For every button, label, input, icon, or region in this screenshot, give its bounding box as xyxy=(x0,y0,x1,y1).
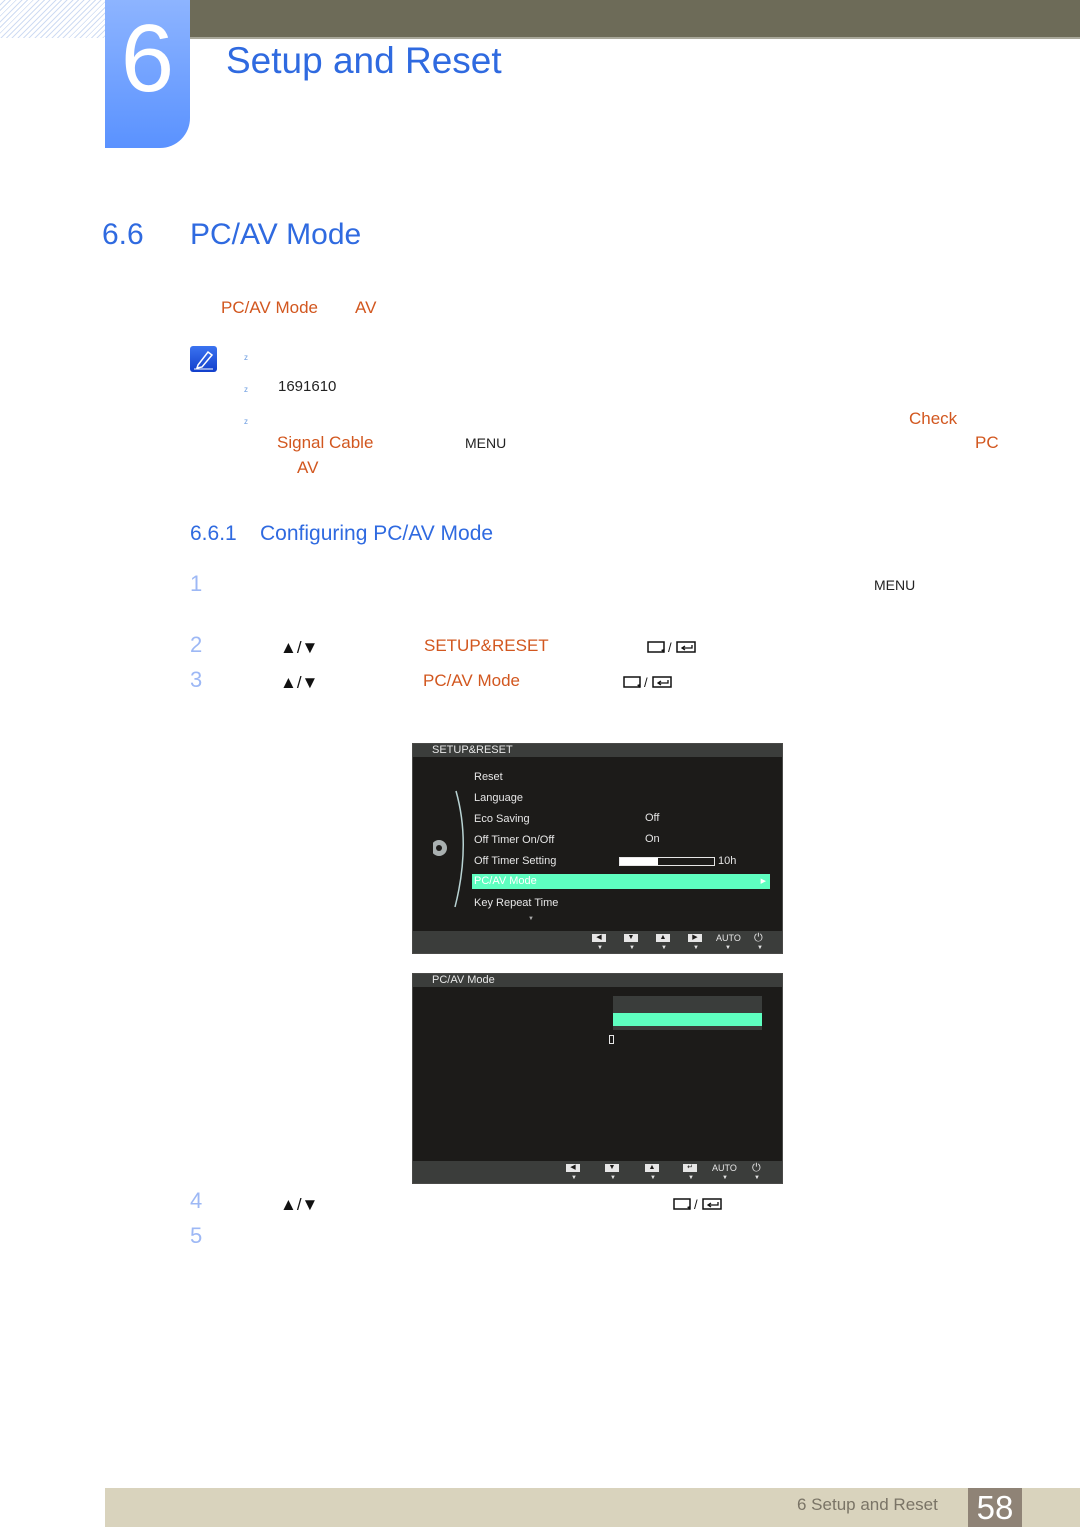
osd-btn-down[interactable]: ▼ xyxy=(605,1164,619,1172)
osd-item-language[interactable]: Language xyxy=(474,792,523,804)
note-pencil-icon xyxy=(190,346,217,372)
osd-value-off-timer-setting: 10h xyxy=(718,855,737,867)
step-3-source-enter-icon: / xyxy=(623,674,675,695)
page-number: 58 xyxy=(968,1488,1022,1527)
osd-scroll-down-icon: ▼ xyxy=(528,916,534,922)
osd-item-pcav-mode-selected[interactable]: PC/AV Mode ▶ xyxy=(472,874,770,889)
osd-btn-auto[interactable]: AUTO xyxy=(712,1163,737,1173)
svg-text:/: / xyxy=(668,640,672,655)
header-hatch-decoration xyxy=(0,0,105,38)
note-bullet-3: z xyxy=(244,417,248,426)
osd-btn-power-indicator-icon: ▼ xyxy=(757,945,763,951)
osd-btn-enter[interactable]: ↵ xyxy=(683,1164,697,1172)
svg-text:/: / xyxy=(644,675,648,690)
osd-submenu-arrow-icon: ▶ xyxy=(760,878,766,885)
osd-btn-power-icon[interactable]: ⏻ xyxy=(754,932,763,945)
osd-btn-down-indicator-icon: ▼ xyxy=(610,1175,616,1181)
step-4-number: 4 xyxy=(190,1188,203,1213)
note-term-av: AV xyxy=(297,458,319,477)
step-4-up-down-arrows: ▲/▼ xyxy=(280,1195,319,1214)
subsection-title: Configuring PC/AV Mode xyxy=(260,522,494,545)
step-2-up-down-arrows: ▲/▼ xyxy=(280,638,319,657)
note-term-check: Check xyxy=(909,409,958,428)
osd-gear-arc-icon xyxy=(433,790,464,908)
osd-btn-left[interactable]: ◀ xyxy=(566,1164,580,1172)
osd-btn-left-indicator-icon: ▼ xyxy=(597,945,603,951)
osd-off-timer-progress-fill xyxy=(620,858,658,865)
osd-btn-right-indicator-icon: ▼ xyxy=(693,945,699,951)
osd-title: PC/AV Mode xyxy=(413,974,782,987)
osd-btn-auto[interactable]: AUTO xyxy=(716,933,741,943)
osd-cursor-icon xyxy=(609,1035,614,1044)
osd-btn-down[interactable]: ▼ xyxy=(624,934,638,942)
osd-title: SETUP&RESET xyxy=(413,744,782,757)
osd-btn-enter-indicator-icon: ▼ xyxy=(688,1175,694,1181)
osd-btn-up-indicator-icon: ▼ xyxy=(661,945,667,951)
step-1-number: 1 xyxy=(190,571,203,596)
step-3-number: 3 xyxy=(190,667,203,692)
osd-btn-right[interactable]: ▶ xyxy=(688,934,702,942)
note-menu-key: MENU xyxy=(465,435,507,451)
step-3-target: PC/AV Mode xyxy=(423,671,521,690)
osd-item-off-timer-setting[interactable]: Off Timer Setting xyxy=(474,855,556,867)
osd-btn-power-icon[interactable]: ⏻ xyxy=(752,1162,761,1175)
note-bullet-2: z xyxy=(244,385,248,394)
subsection-number: 6.6.1 xyxy=(190,522,237,545)
osd-btn-up[interactable]: ▲ xyxy=(656,934,670,942)
osd-value-off-timer-onoff: On xyxy=(645,833,660,845)
osd-btn-auto-indicator-icon: ▼ xyxy=(722,1175,728,1181)
header-bar xyxy=(190,0,1080,39)
osd-setup-reset-menu: SETUP&RESET Reset Language Eco Saving Of… xyxy=(412,743,783,954)
section-number: 6.6 xyxy=(102,218,144,251)
step-2-target: SETUP&RESET xyxy=(424,636,549,655)
step-2-source-enter-icon: / xyxy=(647,639,699,660)
osd-item-eco-saving[interactable]: Eco Saving xyxy=(474,813,530,825)
svg-text:/: / xyxy=(694,1197,698,1212)
intro-term-av: AV xyxy=(355,298,377,317)
step-1-menu-key: MENU xyxy=(874,577,916,593)
osd-btn-down-indicator-icon: ▼ xyxy=(629,945,635,951)
osd-footer: ◀ ▼ ▼ ▼ ▲ ▼ ↵ ▼ AUTO ▼ ⏻ ▼ xyxy=(413,1161,782,1183)
osd-btn-up[interactable]: ▲ xyxy=(645,1164,659,1172)
osd-item-key-repeat-time[interactable]: Key Repeat Time xyxy=(474,897,558,909)
osd-item-off-timer-onoff[interactable]: Off Timer On/Off xyxy=(474,834,554,846)
step-3-up-down-arrows: ▲/▼ xyxy=(280,673,319,692)
osd-btn-up-indicator-icon: ▼ xyxy=(650,1175,656,1181)
chapter-title: Setup and Reset xyxy=(226,40,502,81)
osd-option-selected[interactable] xyxy=(613,1013,762,1026)
note-bullet-1: z xyxy=(244,353,248,362)
osd-item-reset[interactable]: Reset xyxy=(474,771,503,783)
osd-item-pcav-mode: PC/AV Mode xyxy=(474,875,537,887)
step-2-number: 2 xyxy=(190,632,203,657)
section-title: PC/AV Mode xyxy=(190,218,362,251)
osd-btn-power-indicator-icon: ▼ xyxy=(754,1175,760,1181)
note-code: 1691610 xyxy=(278,378,337,395)
osd-btn-left-indicator-icon: ▼ xyxy=(571,1175,577,1181)
note-term-pc: PC xyxy=(975,433,999,452)
note-term-signal-cable: Signal Cable xyxy=(277,433,374,452)
osd-pcav-mode-menu: PC/AV Mode ◀ ▼ ▼ ▼ ▲ ▼ ↵ ▼ AUTO ▼ ⏻ ▼ xyxy=(412,973,783,1184)
step-4-source-enter-icon: / xyxy=(673,1196,725,1217)
osd-btn-left[interactable]: ◀ xyxy=(592,934,606,942)
step-5-number: 5 xyxy=(190,1223,203,1248)
osd-btn-auto-indicator-icon: ▼ xyxy=(725,945,731,951)
chapter-number: 6 xyxy=(120,5,175,112)
intro-term-pcav: PC/AV Mode xyxy=(221,298,319,317)
footer-chapter-label: 6 Setup and Reset xyxy=(797,1495,938,1514)
osd-footer: ◀ ▼ ▼ ▼ ▲ ▼ ▶ ▼ AUTO ▼ ⏻ ▼ xyxy=(413,931,782,953)
osd-option-list xyxy=(613,996,762,1030)
osd-off-timer-progress xyxy=(619,857,715,866)
osd-value-eco-saving: Off xyxy=(645,812,660,824)
